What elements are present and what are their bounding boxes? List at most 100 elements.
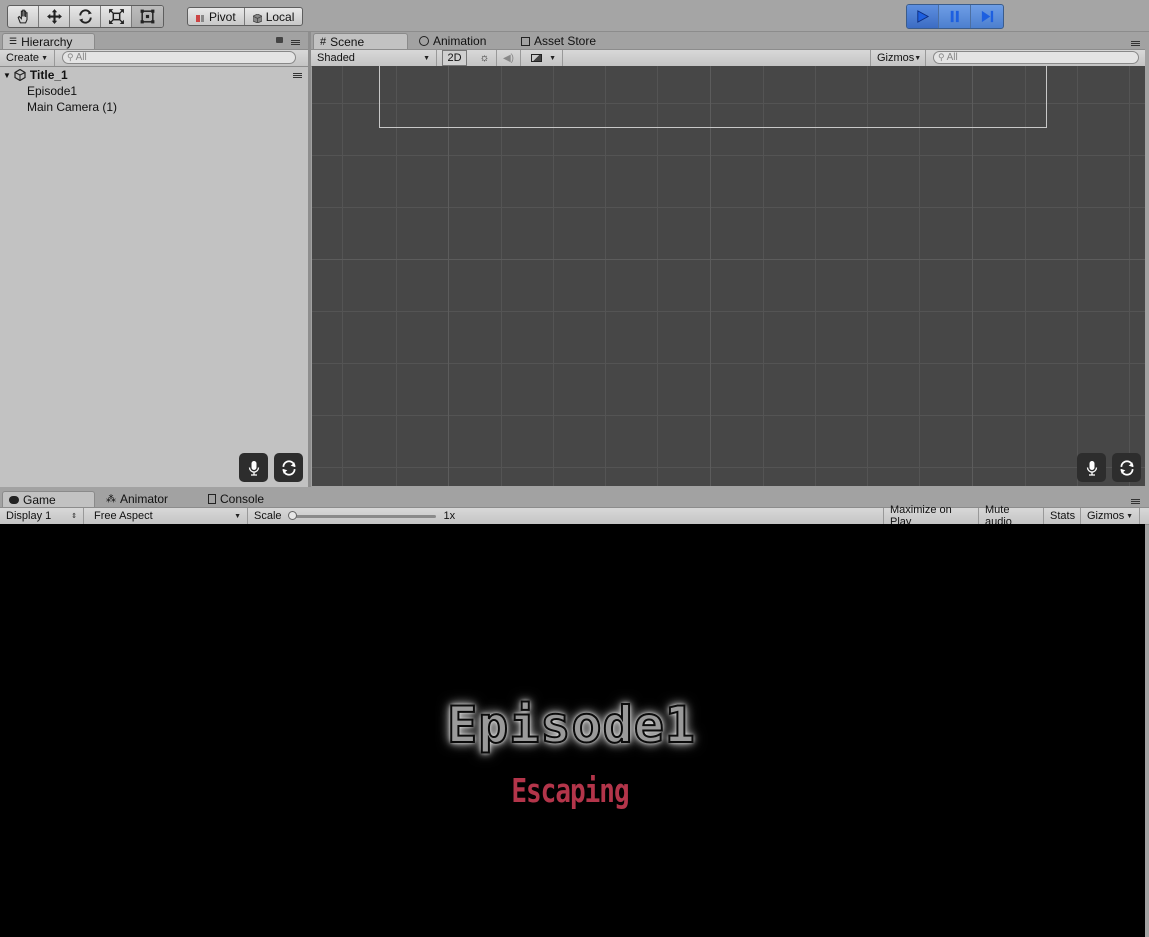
game-viewport[interactable]: Episode1 Escaping <box>0 524 1145 937</box>
refresh-icon <box>1120 459 1133 476</box>
main-toolbar: Pivot Local <box>0 0 1149 32</box>
panel-menu-icon[interactable] <box>1128 39 1140 47</box>
panel-menu-icon[interactable] <box>288 38 300 46</box>
search-icon: ⚲ <box>67 52 74 62</box>
local-label: Local <box>265 9 295 24</box>
tab-animator-label: Animator <box>120 492 169 506</box>
local-cube-icon <box>252 12 263 24</box>
hierarchy-search-input[interactable]: ⚲ All <box>62 51 296 64</box>
local-button[interactable]: Local <box>245 8 303 25</box>
maximize-on-play-toggle[interactable]: Maximize on Play <box>883 504 979 528</box>
move-tool-icon[interactable] <box>39 6 70 27</box>
scene-grid <box>312 66 1145 486</box>
create-dropdown[interactable]: Create ▼ <box>0 50 55 66</box>
refresh-icon <box>282 459 295 476</box>
scene-viewport[interactable] <box>312 66 1145 486</box>
unity-scene-icon <box>14 68 26 82</box>
hierarchy-tabstrip: ☰ Hierarchy <box>0 32 308 49</box>
camera-bounds <box>379 66 1047 128</box>
effects-dropdown[interactable]: ▼ <box>525 50 563 66</box>
gizmos-dropdown[interactable]: Gizmos ▼ <box>870 50 926 66</box>
mute-audio-toggle[interactable]: Mute audio <box>979 504 1044 528</box>
scene-search-input[interactable]: ⚲ All <box>933 51 1139 64</box>
microphone-button[interactable] <box>239 453 268 482</box>
hierarchy-item-label: Main Camera (1) <box>27 100 118 114</box>
aspect-label: Free Aspect <box>94 510 153 522</box>
clock-icon <box>419 36 429 46</box>
sun-icon: ☼ <box>479 52 490 64</box>
list-item[interactable]: Episode1 <box>0 83 308 99</box>
audio-toggle[interactable]: ◀) <box>497 50 521 66</box>
animator-icon: ⁂ <box>106 493 116 505</box>
scene-toolbar: Shaded ▼ 2D ☼ ◀) ▼ Gizmos ▼ ⚲ All <box>311 49 1145 67</box>
scale-control: Scale 1x <box>248 508 464 524</box>
tab-asset-store[interactable]: Asset Store <box>515 33 602 49</box>
game-tabstrip: Game ⁂ Animator Console <box>0 490 1149 507</box>
aspect-dropdown[interactable]: Free Aspect ▼ <box>88 508 248 524</box>
pivot-toggles: Pivot Local <box>187 7 304 26</box>
lighting-toggle[interactable]: ☼ <box>473 50 497 66</box>
shading-mode-dropdown[interactable]: Shaded ▼ <box>311 50 437 66</box>
panel-menu-icon[interactable] <box>1128 497 1140 505</box>
stepper-arrow-icon: ⇕ <box>71 513 77 520</box>
2d-label: 2D <box>447 52 462 64</box>
tab-console-label: Console <box>220 492 265 506</box>
episode-title: Episode1 <box>446 695 696 755</box>
refresh-button[interactable] <box>274 453 303 482</box>
tab-game-label: Game <box>23 492 56 507</box>
microphone-icon <box>1086 460 1097 476</box>
lock-icon[interactable] <box>276 37 283 43</box>
list-icon: ☰ <box>9 36 18 46</box>
list-item[interactable]: Main Camera (1) <box>0 99 308 115</box>
tab-hierarchy-label: Hierarchy <box>21 34 73 49</box>
scene-name: Title_1 <box>29 68 68 82</box>
dropdown-arrow-icon: ▼ <box>1126 512 1133 520</box>
dropdown-arrow-icon: ▼ <box>234 512 241 520</box>
stats-toggle[interactable]: Stats <box>1044 508 1081 524</box>
image-icon <box>531 54 542 62</box>
tab-animator[interactable]: ⁂ Animator <box>100 491 174 507</box>
scene-menu-icon[interactable] <box>290 71 302 79</box>
scale-slider-thumb[interactable] <box>287 510 297 520</box>
scale-label: Scale <box>254 510 282 522</box>
hierarchy-item-label: Episode1 <box>27 84 78 98</box>
tab-animation[interactable]: Animation <box>413 33 492 49</box>
scale-tool-icon[interactable] <box>101 6 132 27</box>
rotate-tool-icon[interactable] <box>70 6 101 27</box>
search-placeholder: All <box>946 52 958 63</box>
hand-tool-icon[interactable] <box>8 6 39 27</box>
step-icon[interactable] <box>971 5 1003 28</box>
pause-icon[interactable] <box>939 5 971 28</box>
speaker-icon: ◀) <box>502 52 515 64</box>
2d-toggle[interactable]: 2D <box>442 50 467 66</box>
rect-tool-icon[interactable] <box>132 6 163 27</box>
dropdown-arrow-icon: ▼ <box>914 54 922 62</box>
tab-console[interactable]: Console <box>202 491 270 507</box>
gizmos-dropdown[interactable]: Gizmos ▼ <box>1081 508 1140 524</box>
gizmos-label: Gizmos <box>1087 510 1125 522</box>
pivot-button[interactable]: Pivot <box>188 8 245 25</box>
tab-hierarchy[interactable]: ☰ Hierarchy <box>2 33 95 49</box>
dropdown-arrow-icon: ▼ <box>423 54 430 62</box>
microphone-button[interactable] <box>1077 453 1106 482</box>
tab-game[interactable]: Game <box>2 491 95 507</box>
pivot-icon <box>196 12 205 22</box>
tab-scene[interactable]: # Scene <box>313 33 408 49</box>
scale-slider[interactable] <box>287 510 436 520</box>
dropdown-arrow-icon: ▼ <box>41 54 48 62</box>
display-label: Display 1 <box>6 510 52 522</box>
play-icon[interactable] <box>907 5 939 28</box>
tab-asset-store-label: Asset Store <box>534 34 597 48</box>
create-label: Create <box>6 52 40 64</box>
stats-label: Stats <box>1050 510 1076 522</box>
transform-tools <box>7 5 164 28</box>
episode-subtitle: Escaping <box>511 773 629 811</box>
display-dropdown[interactable]: Display 1 ⇕ <box>0 508 84 524</box>
microphone-icon <box>248 460 259 476</box>
expand-arrow-icon[interactable]: ▼ <box>3 71 11 80</box>
scene-root-row[interactable]: ▼ Title_1 <box>0 67 308 83</box>
console-icon <box>208 494 216 504</box>
refresh-button[interactable] <box>1112 453 1141 482</box>
search-placeholder: All <box>75 52 87 63</box>
hierarchy-toolbar: Create ▼ ⚲ All <box>0 49 308 67</box>
